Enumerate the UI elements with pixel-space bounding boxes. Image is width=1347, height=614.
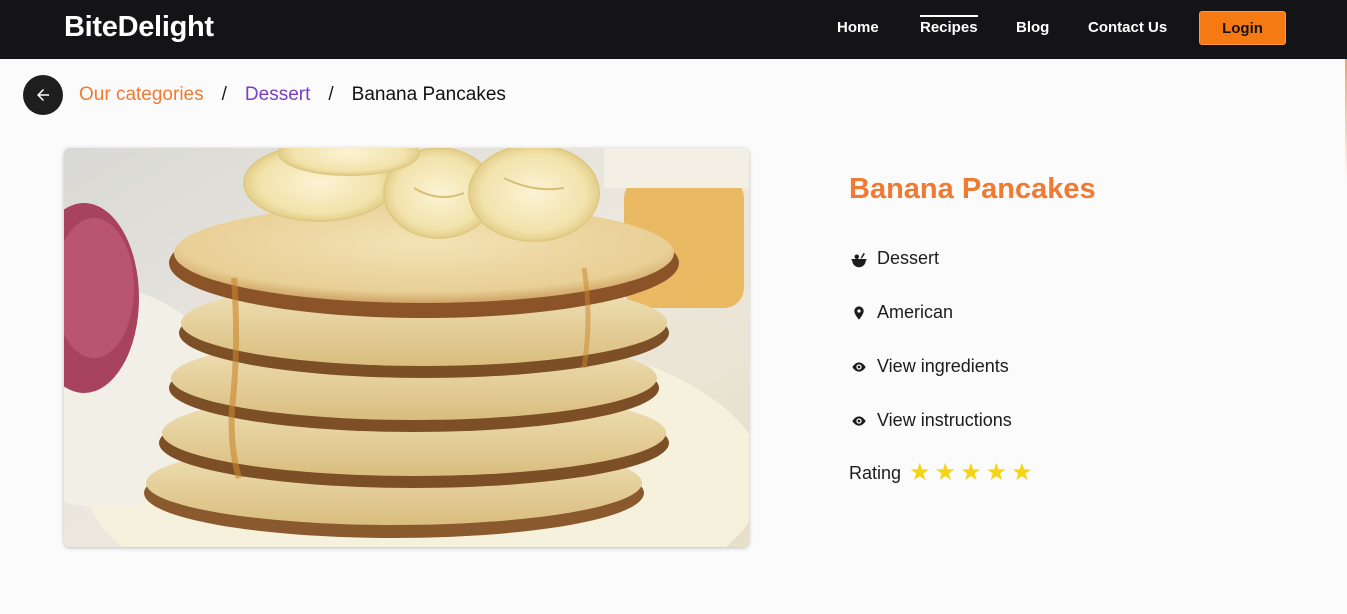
breadcrumb: Our categories / Dessert / Banana Pancak…	[79, 84, 506, 106]
breadcrumb-our-categories[interactable]: Our categories	[79, 84, 204, 106]
back-button[interactable]	[23, 75, 63, 115]
top-navbar: BiteDelight Home Recipes Blog Contact Us…	[0, 0, 1347, 59]
eye-icon	[849, 411, 869, 431]
breadcrumb-separator: /	[328, 84, 334, 105]
pancake-stack-illustration	[64, 148, 749, 547]
star-icon: ★	[909, 459, 931, 486]
rating-stars: ★ ★ ★ ★ ★	[909, 461, 1037, 485]
nav-home[interactable]: Home	[837, 19, 879, 36]
star-icon: ★	[1011, 459, 1033, 486]
rating-label: Rating	[849, 462, 902, 483]
view-instructions-link[interactable]: View instructions	[849, 410, 1012, 431]
recipe-image	[64, 148, 749, 547]
recipe-title: Banana Pancakes	[849, 173, 1096, 205]
brand-logo[interactable]: BiteDelight	[64, 11, 214, 44]
view-ingredients-label[interactable]: View ingredients	[877, 356, 1009, 377]
recipe-cuisine: American	[849, 302, 953, 323]
nav-recipes[interactable]: Recipes	[920, 15, 978, 36]
dish-icon	[849, 249, 869, 269]
star-icon: ★	[934, 459, 957, 486]
breadcrumb-current: Banana Pancakes	[351, 84, 506, 105]
view-ingredients-link[interactable]: View ingredients	[849, 356, 1009, 377]
arrow-left-icon	[37, 89, 49, 101]
breadcrumb-separator: /	[221, 84, 227, 105]
nav-blog[interactable]: Blog	[1016, 19, 1049, 36]
star-icon: ★	[960, 459, 982, 486]
recipe-rating: Rating ★ ★ ★ ★ ★	[849, 461, 1037, 485]
star-icon: ★	[985, 459, 1008, 486]
recipe-category-label: Dessert	[877, 248, 940, 268]
recipe-category: Dessert	[849, 248, 939, 269]
login-button[interactable]: Login	[1199, 11, 1286, 45]
eye-icon	[849, 357, 869, 377]
breadcrumb-dessert[interactable]: Dessert	[245, 84, 310, 106]
recipe-cuisine-label: American	[877, 302, 954, 322]
location-pin-icon	[849, 303, 869, 323]
nav-contact-us[interactable]: Contact Us	[1088, 19, 1167, 36]
view-instructions-label[interactable]: View instructions	[877, 410, 1012, 431]
